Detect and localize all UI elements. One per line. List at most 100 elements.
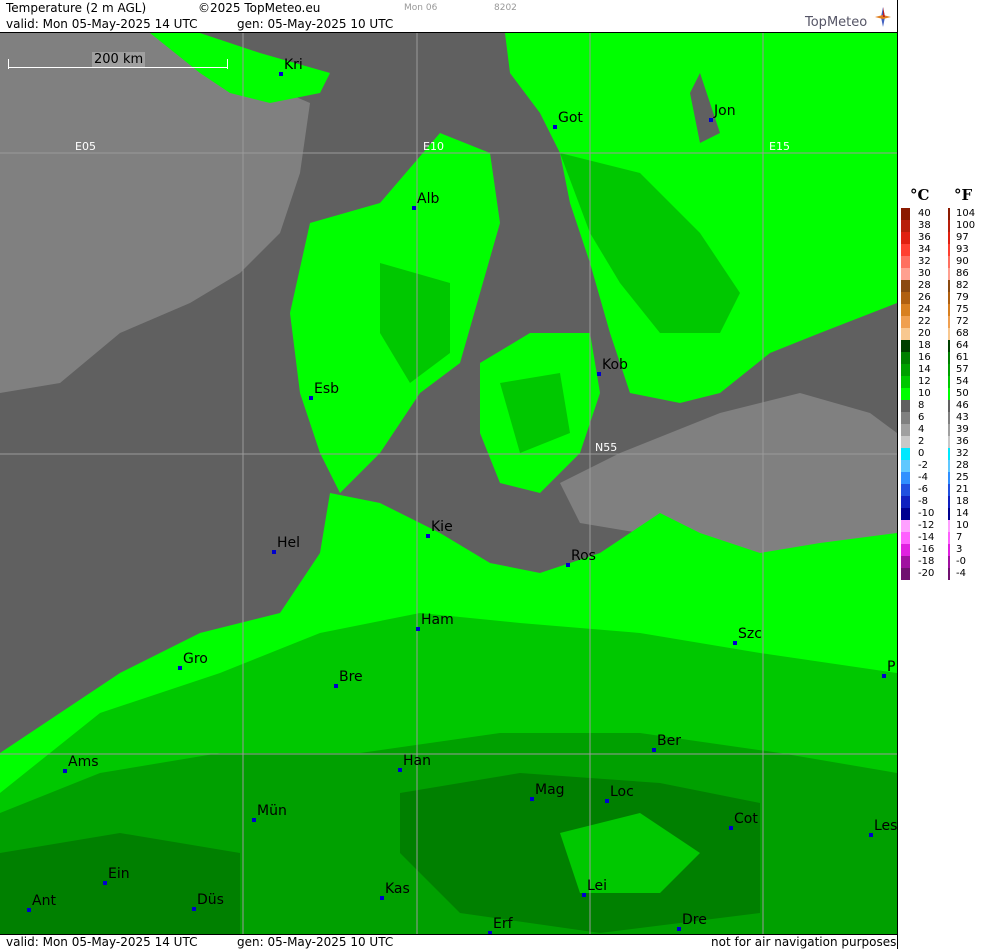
city-marker[interactable] <box>279 72 283 76</box>
legend-celsius: 8 <box>918 400 925 411</box>
city-label: Düs <box>197 892 224 908</box>
city-marker[interactable] <box>416 627 420 631</box>
legend-swatch <box>901 448 910 460</box>
city-label: Les <box>874 818 897 834</box>
city-marker[interactable] <box>652 748 656 752</box>
city-marker[interactable] <box>380 896 384 900</box>
legend-celsius: -4 <box>918 472 928 483</box>
city-marker[interactable] <box>334 684 338 688</box>
legend-tick <box>948 400 950 412</box>
legend-fahrenheit: 21 <box>956 484 969 495</box>
legend-swatch <box>901 304 910 316</box>
scale-bar: 200 km <box>8 52 228 71</box>
day-label: Mon 06 <box>404 3 438 13</box>
city-label: Ant <box>32 893 56 909</box>
legend-tick <box>948 448 950 460</box>
legend-celsius: 10 <box>918 388 931 399</box>
legend-fahrenheit: -4 <box>956 568 966 579</box>
legend-fahrenheit: 32 <box>956 448 969 459</box>
legend-swatch <box>901 352 910 364</box>
legend-celsius: 20 <box>918 328 931 339</box>
city-marker[interactable] <box>733 641 737 645</box>
legend-celsius: 34 <box>918 244 931 255</box>
city-marker[interactable] <box>605 799 609 803</box>
topmeteo-logo[interactable]: TopMeteo <box>805 5 897 31</box>
city-label: Erf <box>493 916 513 932</box>
unit-fahrenheit: °F <box>954 186 973 204</box>
legend-celsius: 40 <box>918 208 931 219</box>
city-marker[interactable] <box>252 818 256 822</box>
scale-label: 200 km <box>92 52 146 67</box>
legend-swatch <box>901 292 910 304</box>
map-title: Temperature (2 m AGL) <box>6 1 147 15</box>
legend-tick <box>948 544 950 556</box>
legend-fahrenheit: 28 <box>956 460 969 471</box>
city-marker[interactable] <box>192 907 196 911</box>
city-label: P <box>887 659 896 675</box>
legend-fahrenheit: 25 <box>956 472 969 483</box>
legend-swatch <box>901 280 910 292</box>
legend-fahrenheit: 54 <box>956 376 969 387</box>
city-marker[interactable] <box>426 534 430 538</box>
footer-valid-time: valid: Mon 05-May-2025 14 UTC <box>6 935 198 949</box>
legend-swatch <box>901 388 910 400</box>
temperature-map[interactable]: 200 km E05 E10 E15 N55 Kri Got Jon Alb Esb Ko… <box>0 33 897 934</box>
city-marker[interactable] <box>882 674 886 678</box>
legend-tick <box>948 328 950 340</box>
legend-row: 40 104 <box>898 208 989 220</box>
city-marker[interactable] <box>309 396 313 400</box>
legend-swatch <box>901 400 910 412</box>
legend-swatch <box>901 556 910 568</box>
legend-tick <box>948 508 950 520</box>
legend-row: 16 61 <box>898 352 989 364</box>
legend-celsius: 6 <box>918 412 925 423</box>
city-marker[interactable] <box>530 797 534 801</box>
legend-celsius: 28 <box>918 280 931 291</box>
city-marker[interactable] <box>566 563 570 567</box>
city-label: Kie <box>431 519 453 535</box>
copyright: ©2025 TopMeteo.eu <box>198 1 321 15</box>
legend-row: 32 90 <box>898 256 989 268</box>
city-marker[interactable] <box>869 833 873 837</box>
city-marker[interactable] <box>103 881 107 885</box>
city-marker[interactable] <box>178 666 182 670</box>
city-marker[interactable] <box>553 125 557 129</box>
legend-swatch <box>901 496 910 508</box>
city-marker[interactable] <box>27 908 31 912</box>
city-marker[interactable] <box>597 372 601 376</box>
legend-row: 2 36 <box>898 436 989 448</box>
legend-celsius: 32 <box>918 256 931 267</box>
legend-celsius: 2 <box>918 436 925 447</box>
legend-row: 26 79 <box>898 292 989 304</box>
legend-celsius: -14 <box>918 532 935 543</box>
legend-fahrenheit: 64 <box>956 340 969 351</box>
footer-note: not for air navigation purposes <box>711 935 897 949</box>
legend-swatch <box>901 220 910 232</box>
city-marker[interactable] <box>412 206 416 210</box>
city-marker[interactable] <box>582 893 586 897</box>
legend-fahrenheit: 104 <box>956 208 976 219</box>
legend-row: 22 72 <box>898 316 989 328</box>
city-label: Ams <box>68 754 99 770</box>
legend-row: 34 93 <box>898 244 989 256</box>
legend-tick <box>948 208 950 220</box>
legend-celsius: 24 <box>918 304 931 315</box>
city-label: Ros <box>571 548 596 564</box>
city-marker[interactable] <box>398 768 402 772</box>
city-label: Gro <box>183 651 208 667</box>
city-label: Kas <box>385 881 410 897</box>
legend-swatch <box>901 268 910 280</box>
legend-fahrenheit: 82 <box>956 280 969 291</box>
legend-row: 10 50 <box>898 388 989 400</box>
city-marker[interactable] <box>272 550 276 554</box>
legend-tick <box>948 280 950 292</box>
city-marker[interactable] <box>709 118 713 122</box>
legend-tick <box>948 532 950 544</box>
legend-row: -16 3 <box>898 544 989 556</box>
city-marker[interactable] <box>63 769 67 773</box>
city-marker[interactable] <box>729 826 733 830</box>
legend-celsius: 12 <box>918 376 931 387</box>
city-marker[interactable] <box>677 927 681 931</box>
legend-celsius: 4 <box>918 424 925 435</box>
header-row-2: valid: Mon 05-May-2025 14 UTC gen: 05-Ma… <box>0 16 897 33</box>
